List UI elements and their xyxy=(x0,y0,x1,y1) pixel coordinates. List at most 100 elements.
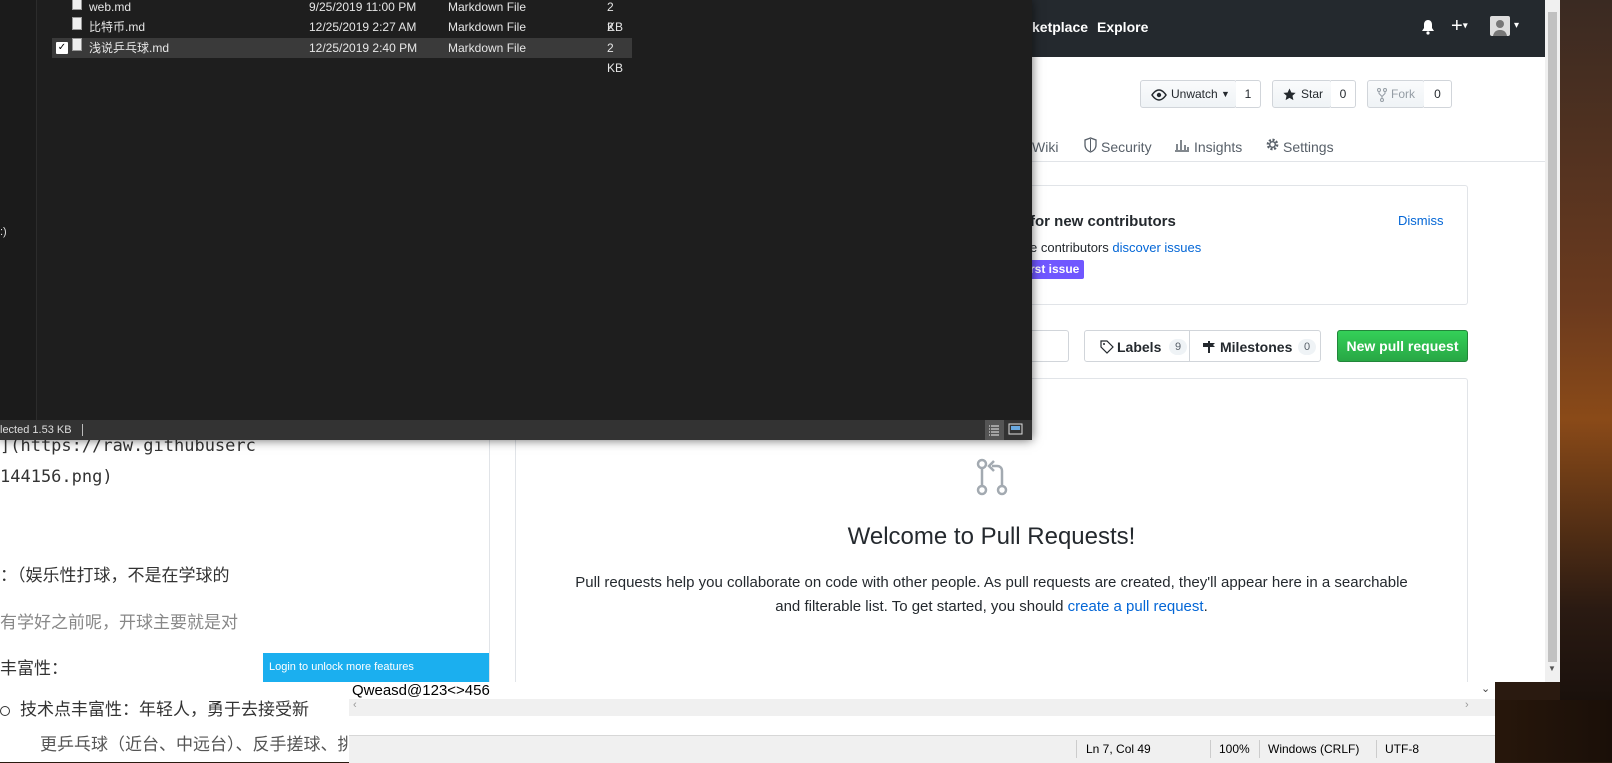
blankslate-line-2-text: and filterable list. To get started, you… xyxy=(775,598,1068,615)
selection-status: lected 1.53 KB xyxy=(0,424,72,436)
browser-sidebar xyxy=(263,440,490,682)
editor-line-4: 有学好之前呢，开球主要就是对 xyxy=(0,613,238,633)
create-pull-request-link[interactable]: create a pull request xyxy=(1068,598,1204,615)
caret-down-icon: ▼ xyxy=(1221,89,1230,99)
file-name: 比特币.md xyxy=(89,20,146,34)
gear-icon xyxy=(1265,137,1280,157)
watch-count[interactable]: 1 xyxy=(1236,80,1261,108)
blankslate-line-1: Pull requests help you collaborate on co… xyxy=(575,574,1408,591)
contributors-box: for new contributors e contributors disc… xyxy=(1028,185,1468,305)
bell-icon[interactable] xyxy=(1421,19,1435,40)
avatar-dropdown-icon[interactable]: ▾ xyxy=(1514,20,1519,31)
horizontal-scrollbar[interactable]: ‹ › xyxy=(349,699,1495,716)
dismiss-button[interactable]: Dismiss xyxy=(1398,213,1444,228)
file-type: Markdown File xyxy=(448,0,527,14)
fork-icon xyxy=(1377,81,1387,107)
status-eol: Windows (CRLF) xyxy=(1268,742,1360,756)
blankslate-title: Welcome to Pull Requests! xyxy=(847,523,1136,550)
contributors-text: e contributors discover issues xyxy=(1030,240,1201,255)
search-input[interactable] xyxy=(1029,330,1069,362)
labels-milestones-group: Labels 9 Milestones 0 xyxy=(1084,330,1321,362)
file-row-selected[interactable]: ✓ 浅说乒乓球.md 12/25/2019 2:40 PM Markdown F… xyxy=(52,38,632,75)
status-separator xyxy=(82,424,83,436)
scroll-down-icon[interactable]: ▼ xyxy=(1548,664,1556,673)
markdown-file-icon xyxy=(72,38,82,51)
avatar[interactable] xyxy=(1490,16,1510,36)
blankslate-line-2-period: . xyxy=(1203,598,1208,615)
checkbox-checked-icon[interactable]: ✓ xyxy=(56,42,68,54)
tag-icon xyxy=(1100,340,1114,357)
star-count[interactable]: 0 xyxy=(1331,80,1356,108)
milestones-button[interactable]: Milestones xyxy=(1220,339,1292,355)
blankslate-line-2: and filterable list. To get started, you… xyxy=(516,598,1467,615)
good-first-issue-label[interactable]: rst issue xyxy=(1028,260,1085,279)
star-icon xyxy=(1283,81,1296,107)
tab-security[interactable]: Security xyxy=(1101,139,1152,155)
milestones-count: 0 xyxy=(1298,339,1316,355)
tab-wiki[interactable]: Wiki xyxy=(1032,139,1058,155)
nav-explore[interactable]: Explore xyxy=(1097,19,1148,35)
star-label: Star xyxy=(1301,87,1324,101)
plus-icon[interactable]: +▾ xyxy=(1451,16,1468,36)
desktop-background xyxy=(1560,0,1612,762)
status-separator xyxy=(1076,740,1077,758)
file-explorer-window: :) web.md 9/25/2019 11:00 PM Markdown Fi… xyxy=(0,0,1032,440)
details-view-icon[interactable] xyxy=(985,420,1004,440)
file-modified: 12/25/2019 2:40 PM xyxy=(309,41,418,55)
contributors-title: for new contributors xyxy=(1030,213,1176,230)
tab-settings[interactable]: Settings xyxy=(1283,139,1334,155)
markdown-file-icon xyxy=(72,0,82,10)
editor-line-3: ：（娱乐性打球，不是在学球的 xyxy=(0,566,230,586)
contributors-text-body: e contributors xyxy=(1030,240,1113,255)
large-icons-view-icon[interactable] xyxy=(1008,422,1023,443)
shield-icon xyxy=(1084,137,1097,158)
editor-line-6: 技术点丰富性：年轻人，勇于去接受新 xyxy=(0,695,309,720)
status-separator xyxy=(1259,740,1260,758)
notepad-text: Qweasd@123<>456 xyxy=(352,682,490,699)
status-encoding: UTF-8 xyxy=(1385,742,1419,756)
status-separator xyxy=(1210,740,1211,758)
nav-marketplace[interactable]: ketplace xyxy=(1032,19,1088,35)
bullet-icon xyxy=(0,705,10,716)
file-name: 浅说乒乓球.md xyxy=(89,41,170,55)
editor-line-5: 丰富性： xyxy=(0,659,68,679)
file-modified: 12/25/2019 2:27 AM xyxy=(309,20,417,34)
graph-icon xyxy=(1174,138,1190,157)
scroll-down-icon[interactable]: ⌄ xyxy=(1481,682,1490,695)
new-pull-request-button[interactable]: New pull request xyxy=(1337,330,1468,362)
file-type: Markdown File xyxy=(448,41,527,55)
labels-count: 9 xyxy=(1169,339,1187,355)
fork-button[interactable]: Fork xyxy=(1367,80,1425,108)
explorer-status-bar: lected 1.53 KB xyxy=(0,420,1032,440)
fork-label: Fork xyxy=(1391,87,1415,101)
login-to-unlock-bar[interactable]: Login to unlock more features xyxy=(263,653,489,682)
discover-issues-link[interactable]: discover issues xyxy=(1112,240,1201,255)
file-modified: 9/25/2019 11:00 PM xyxy=(309,0,417,14)
star-button[interactable]: Star xyxy=(1272,80,1332,108)
scrollbar-thumb[interactable] xyxy=(1548,12,1557,662)
status-position: Ln 7, Col 49 xyxy=(1086,742,1151,756)
scroll-right-icon[interactable]: › xyxy=(1465,699,1469,711)
labels-button[interactable]: Labels xyxy=(1117,339,1161,355)
editor-line-2: 144156.png) xyxy=(0,467,113,487)
editor-line-6-text: 技术点丰富性：年轻人，勇于去接受新 xyxy=(20,700,309,720)
status-zoom: 100% xyxy=(1219,742,1250,756)
nav-pane-fragment: :) xyxy=(0,226,7,238)
status-separator xyxy=(1376,740,1377,758)
git-pull-request-icon xyxy=(975,457,1009,502)
unwatch-label: Unwatch xyxy=(1171,87,1218,101)
tab-insights[interactable]: Insights xyxy=(1194,139,1242,155)
scroll-left-icon[interactable]: ‹ xyxy=(353,699,357,711)
file-name: web.md xyxy=(89,0,132,14)
markdown-file-icon xyxy=(72,17,82,30)
tabs-divider xyxy=(1032,161,1545,162)
file-row[interactable]: web.md 9/25/2019 11:00 PM Markdown File … xyxy=(52,0,632,34)
fork-count[interactable]: 0 xyxy=(1424,80,1452,108)
filter-divider xyxy=(1189,331,1190,361)
navigation-pane[interactable]: :) xyxy=(0,0,37,420)
file-row[interactable]: 比特币.md 12/25/2019 2:27 AM Markdown File … xyxy=(52,17,632,54)
file-size: 2 KB xyxy=(607,41,624,75)
eye-icon xyxy=(1151,81,1167,107)
notepad-status-bar: Ln 7, Col 49 100% Windows (CRLF) UTF-8 xyxy=(349,735,1495,763)
unwatch-button[interactable]: Unwatch ▼ xyxy=(1140,80,1237,108)
